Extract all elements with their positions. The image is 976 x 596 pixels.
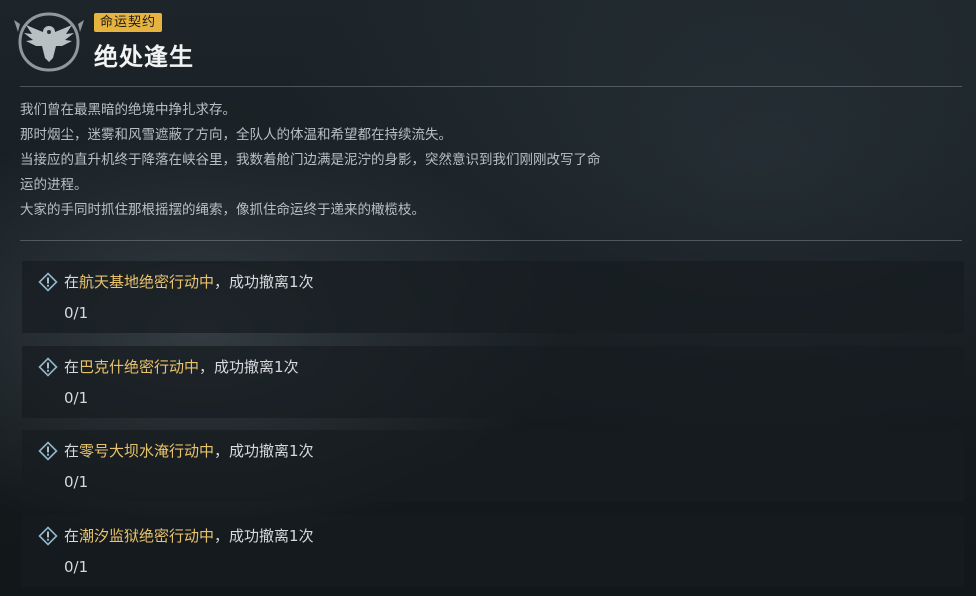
exclamation-diamond-icon [38,526,58,546]
task-prefix: 在 [64,358,80,376]
task-prefix: 在 [64,442,80,460]
story-description: 我们曾在最黑暗的绝境中挣扎求存。 那时烟尘，迷雾和风雪遮蔽了方向，全队人的体温和… [20,98,720,223]
description-line: 运的进程。 [20,177,88,193]
description-line: 我们曾在最黑暗的绝境中挣扎求存。 [20,102,236,118]
task-item: 在航天基地绝密行动中，成功撤离1次 0/1 [22,261,964,333]
exclamation-diamond-icon [38,441,58,461]
task-progress: 0/1 [64,389,89,407]
eagle-emblem-icon [14,12,84,72]
task-suffix: ，成功撤离1次 [214,527,314,545]
task-progress: 0/1 [64,558,89,576]
task-prefix: 在 [64,527,80,545]
task-description: 在巴克什绝密行动中，成功撤离1次 [64,356,299,378]
exclamation-diamond-icon [38,357,58,377]
description-line: 那时烟尘，迷雾和风雪遮蔽了方向，全队人的体温和希望都在持续流失。 [20,127,452,143]
task-suffix: ，成功撤离1次 [199,358,299,376]
section-divider [20,240,962,241]
task-item: 在潮汐监狱绝密行动中，成功撤离1次 0/1 [22,515,964,587]
description-line: 大家的手同时抓住那根摇摆的绳索，像抓住命运终于递来的橄榄枝。 [20,202,425,218]
task-description: 在零号大坝水淹行动中，成功撤离1次 [64,440,314,462]
task-description: 在航天基地绝密行动中，成功撤离1次 [64,271,314,293]
task-prefix: 在 [64,273,80,291]
task-mode-highlight: 潮汐监狱绝密行动中 [79,527,215,545]
task-mode-highlight: 航天基地绝密行动中 [79,273,215,291]
task-item: 在巴克什绝密行动中，成功撤离1次 0/1 [22,346,964,418]
page-title: 绝处逢生 [94,43,194,71]
task-progress: 0/1 [64,304,89,322]
task-mode-highlight: 巴克什绝密行动中 [79,358,200,376]
exclamation-diamond-icon [38,272,58,292]
header-divider [20,86,962,87]
task-progress: 0/1 [64,473,89,491]
task-item: 在零号大坝水淹行动中，成功撤离1次 0/1 [22,430,964,502]
description-line: 当接应的直升机终于降落在峡谷里，我数着舱门边满是泥泞的身影，突然意识到我们刚刚改… [20,152,601,168]
contract-type-badge: 命运契约 [94,13,163,32]
task-mode-highlight: 零号大坝水淹行动中 [79,442,215,460]
contract-page: 命运契约 绝处逢生 我们曾在最黑暗的绝境中挣扎求存。 那时烟尘，迷雾和风雪遮蔽了… [0,0,976,596]
task-description: 在潮汐监狱绝密行动中，成功撤离1次 [64,525,314,547]
task-suffix: ，成功撤离1次 [214,273,314,291]
task-suffix: ，成功撤离1次 [214,442,314,460]
